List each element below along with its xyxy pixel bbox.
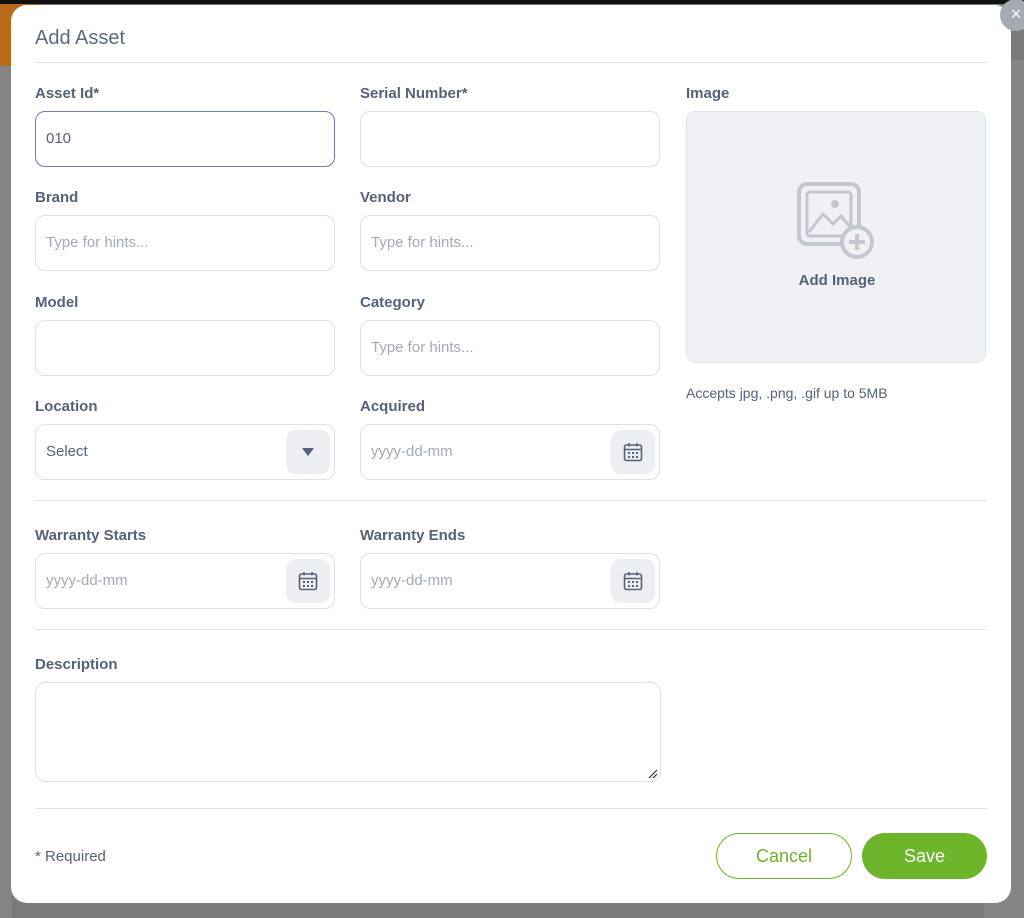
serial-number-label: Serial Number* <box>360 85 468 102</box>
brand-label: Brand <box>35 189 79 206</box>
divider <box>35 808 987 809</box>
category-field[interactable] <box>360 320 660 376</box>
warranty-starts-field[interactable] <box>35 553 335 609</box>
asset-id-input[interactable] <box>46 112 286 166</box>
modal-title: Add Asset <box>35 27 126 49</box>
divider <box>35 629 987 630</box>
image-accepts-note: Accepts jpg, .png, .gif up to 5MB <box>686 385 888 401</box>
image-label: Image <box>686 85 730 102</box>
warranty-ends-label: Warranty Ends <box>360 527 466 544</box>
vendor-label: Vendor <box>360 189 411 206</box>
resize-handle-icon[interactable] <box>648 769 658 779</box>
model-label: Model <box>35 294 79 311</box>
close-button[interactable]: × <box>1000 0 1024 31</box>
location-selected-value: Select <box>46 443 88 460</box>
location-label: Location <box>35 398 98 415</box>
caret-down-icon <box>302 448 314 456</box>
vendor-input[interactable] <box>371 216 611 270</box>
description-label: Description <box>35 656 118 673</box>
acquired-input[interactable] <box>371 425 611 479</box>
divider <box>35 500 987 501</box>
description-textarea[interactable] <box>35 682 661 782</box>
add-image-label: Add Image <box>798 272 876 289</box>
brand-field[interactable] <box>35 215 335 271</box>
required-note: * Required <box>35 848 106 865</box>
acquired-label: Acquired <box>360 398 426 415</box>
warranty-starts-input[interactable] <box>46 554 286 608</box>
add-image-dropzone[interactable]: Add Image <box>686 111 986 363</box>
model-input[interactable] <box>46 321 286 375</box>
asset-id-label: Asset Id* <box>35 85 100 102</box>
warranty-ends-calendar-button[interactable] <box>611 559 655 603</box>
warranty-starts-label: Warranty Starts <box>35 527 147 544</box>
background-topbar <box>0 0 1024 4</box>
location-select[interactable]: Select <box>35 424 335 480</box>
serial-number-input[interactable] <box>371 112 611 166</box>
category-input[interactable] <box>371 321 611 375</box>
warranty-ends-input[interactable] <box>371 554 611 608</box>
save-button[interactable]: Save <box>862 833 987 879</box>
model-field[interactable] <box>35 320 335 376</box>
calendar-icon <box>623 572 643 591</box>
image-add-icon <box>797 182 874 259</box>
calendar-icon <box>623 443 643 462</box>
category-label: Category <box>360 294 426 311</box>
location-dropdown-button[interactable] <box>286 430 330 474</box>
cancel-button[interactable]: Cancel <box>716 833 852 879</box>
vendor-field[interactable] <box>360 215 660 271</box>
asset-id-field[interactable] <box>35 111 335 167</box>
calendar-icon <box>298 572 318 591</box>
acquired-calendar-button[interactable] <box>611 430 655 474</box>
warranty-starts-calendar-button[interactable] <box>286 559 330 603</box>
warranty-ends-field[interactable] <box>360 553 660 609</box>
brand-input[interactable] <box>46 216 286 270</box>
acquired-field[interactable] <box>360 424 660 480</box>
add-asset-modal: × Add Asset Asset Id* Serial Number* Ima… <box>11 0 1024 903</box>
divider <box>35 62 987 63</box>
serial-number-field[interactable] <box>360 111 660 167</box>
